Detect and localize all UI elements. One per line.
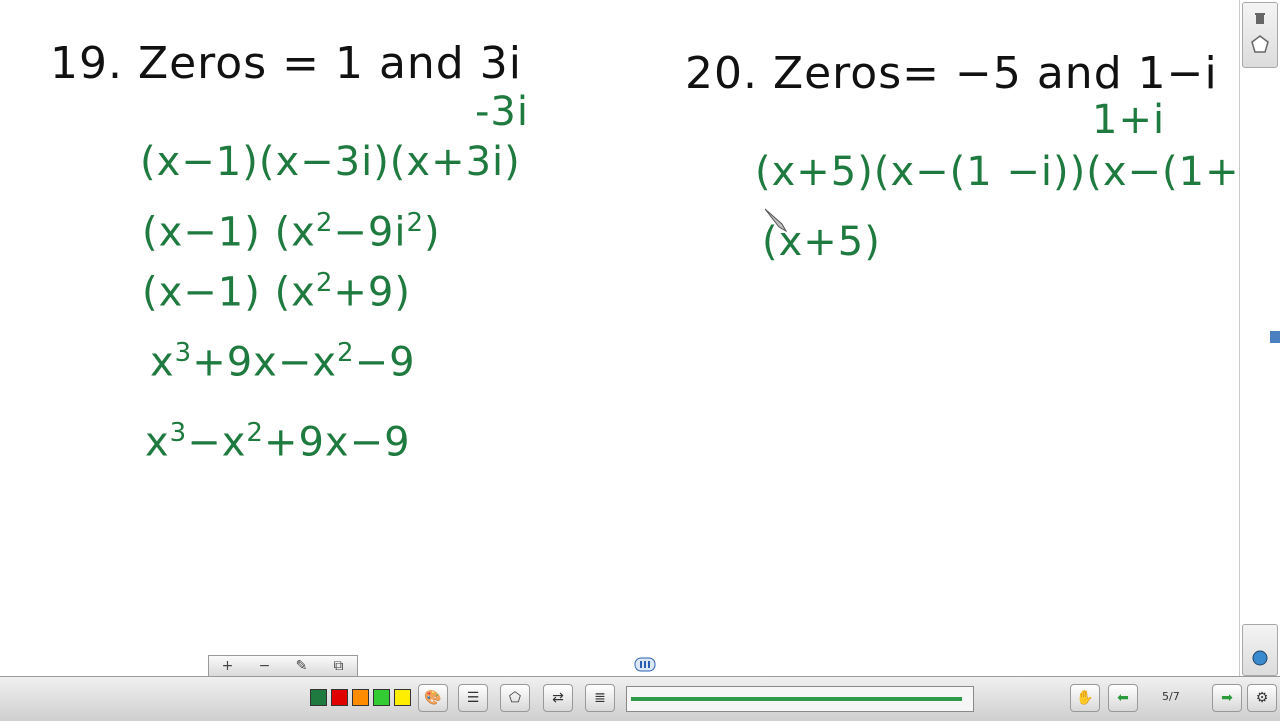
pan-button[interactable]: ✋ — [1070, 684, 1100, 712]
right-sidebar — [1239, 0, 1280, 676]
lines-button[interactable]: ☰ — [458, 684, 488, 712]
back-arrow-icon: ⬅ — [1117, 690, 1129, 706]
problem-20-conjugate: 1+i — [1092, 97, 1166, 143]
edit-page-button[interactable]: ✎ — [290, 658, 314, 674]
text-icon: ≣ — [594, 690, 606, 706]
palette-icon: 🎨 — [424, 690, 442, 706]
settings-button[interactable]: ⚙ — [1247, 684, 1277, 712]
page-progress-bar[interactable] — [626, 686, 974, 712]
gallery-icon[interactable] — [1249, 647, 1271, 669]
select-icon: ⇄ — [552, 690, 564, 706]
pentagon-icon[interactable] — [1249, 33, 1271, 55]
gear-icon: ⚙ — [1255, 690, 1269, 706]
sidebar-bottom-tab[interactable] — [1242, 624, 1278, 676]
sidebar-tab[interactable] — [1242, 2, 1278, 68]
duplicate-page-button[interactable]: ⧉ — [327, 658, 351, 674]
page-indicator: 5/7 — [1162, 690, 1180, 703]
toolbar-handle-icon[interactable] — [633, 654, 657, 674]
color-swatch-green[interactable] — [310, 689, 327, 706]
problem-19-conjugate: -3i — [475, 89, 529, 135]
problem-19-line-3: (x−1) (x2+9) — [142, 268, 411, 316]
problem-20-title: 20. Zeros= −5 and 1−i — [685, 48, 1218, 99]
problem-19-title: 19. Zeros = 1 and 3i — [50, 38, 522, 89]
whiteboard-canvas[interactable]: 19. Zeros = 1 and 3i -3i (x−1)(x−3i)(x+3… — [0, 0, 1280, 676]
delete-page-button[interactable]: − — [253, 658, 277, 674]
palette-button[interactable]: 🎨 — [418, 684, 448, 712]
problem-20-line-1: (x+5)(x−(1 −i))(x−(1+i)) — [755, 149, 1280, 195]
select-button[interactable]: ⇄ — [543, 684, 573, 712]
problem-19-line-2: (x−1) (x2−9i2) — [142, 208, 441, 256]
page-progress-fill — [631, 697, 962, 701]
shapes-button[interactable]: ⬠ — [500, 684, 530, 712]
lines-icon: ☰ — [466, 690, 480, 706]
pen-cursor-icon — [764, 208, 788, 233]
sidebar-collapse-icon[interactable] — [1264, 326, 1280, 348]
color-swatch-light-green[interactable] — [373, 689, 390, 706]
problem-19-line-1: (x−1)(x−3i)(x+3i) — [140, 139, 521, 185]
color-swatch-yellow[interactable] — [394, 689, 411, 706]
shapes-icon: ⬠ — [508, 690, 522, 706]
problem-19-line-5: x3−x2+9x−9 — [145, 418, 411, 466]
add-page-button[interactable]: + — [216, 658, 240, 674]
page-mini-toolbar: + − ✎ ⧉ — [208, 655, 358, 677]
color-swatch-red[interactable] — [331, 689, 348, 706]
trash-icon[interactable] — [1249, 7, 1271, 29]
next-page-button[interactable]: ➡ — [1212, 684, 1242, 712]
text-button[interactable]: ≣ — [585, 684, 615, 712]
hand-icon: ✋ — [1076, 690, 1094, 706]
color-swatch-orange[interactable] — [352, 689, 369, 706]
forward-arrow-icon: ➡ — [1221, 690, 1233, 706]
problem-19-line-4: x3+9x−x2−9 — [150, 338, 416, 386]
previous-page-button[interactable]: ⬅ — [1108, 684, 1138, 712]
